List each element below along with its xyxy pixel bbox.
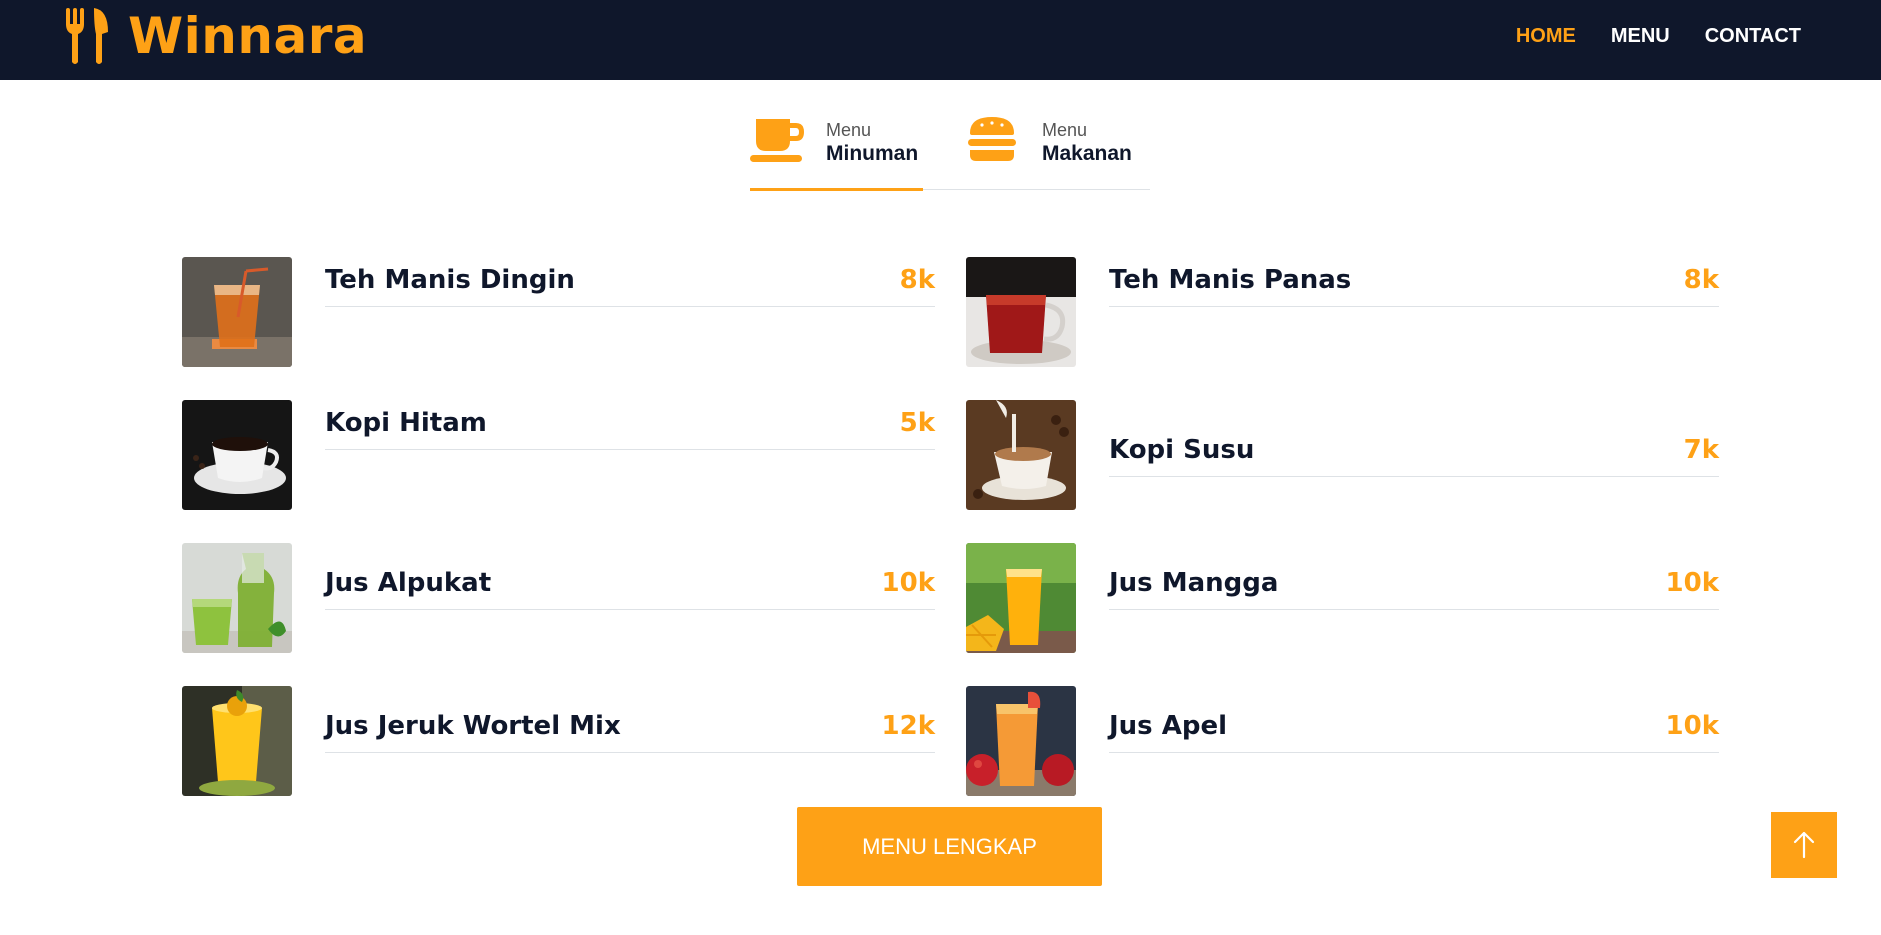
tab-makanan-label: Makanan [1042, 142, 1132, 165]
apple-juice-photo [966, 686, 1076, 796]
mango-juice-photo [966, 543, 1076, 653]
tab-minuman-small: Menu [826, 120, 872, 140]
menu-item[interactable]: Jus Apel 10k [966, 686, 1719, 796]
item-price: 10k [881, 568, 935, 598]
item-name: Teh Manis Dingin [325, 265, 575, 295]
item-name: Kopi Susu [1109, 435, 1255, 465]
tab-minuman-label: Minuman [826, 142, 919, 165]
menu-item[interactable]: Kopi Hitam 5k [182, 400, 935, 510]
iced-tea-photo [182, 257, 292, 367]
hamburger-icon [968, 117, 1016, 161]
back-to-top-button[interactable] [1771, 812, 1837, 878]
item-price: 5k [899, 408, 935, 438]
menu-item[interactable]: Teh Manis Panas 8k [966, 257, 1719, 367]
brand-logo[interactable]: Winnara [64, 6, 367, 66]
item-name: Jus Jeruk Wortel Mix [325, 711, 621, 741]
tab-makanan[interactable]: Menu Makanan [966, 112, 1150, 190]
item-name: Jus Mangga [1109, 568, 1279, 598]
item-price: 10k [1665, 568, 1719, 598]
item-price: 8k [1683, 265, 1719, 295]
black-coffee-photo [182, 400, 292, 510]
item-price: 8k [899, 265, 935, 295]
hot-tea-photo [966, 257, 1076, 367]
brand-name: Winnara [128, 7, 368, 65]
nav-home[interactable]: HOME [1516, 22, 1576, 50]
full-menu-button[interactable]: MENU LENGKAP [797, 807, 1102, 886]
avocado-juice-photo [182, 543, 292, 653]
tab-minuman[interactable]: Menu Minuman [750, 112, 923, 191]
navbar: Winnara HOME MENU CONTACT [0, 0, 1881, 80]
nav-links: HOME MENU CONTACT [1516, 22, 1801, 50]
arrow-up-icon [1793, 831, 1815, 859]
item-name: Teh Manis Panas [1109, 265, 1352, 295]
item-name: Jus Apel [1109, 711, 1227, 741]
nav-contact[interactable]: CONTACT [1705, 22, 1801, 50]
menu-tabs: Menu Minuman Menu Makanan [750, 112, 1150, 191]
nav-menu[interactable]: MENU [1611, 22, 1670, 50]
menu-item[interactable]: Jus Alpukat 10k [182, 543, 935, 653]
milk-coffee-photo [966, 400, 1076, 510]
orange-carrot-juice-photo [182, 686, 292, 796]
menu-item[interactable]: Jus Jeruk Wortel Mix 12k [182, 686, 935, 796]
menu-item[interactable]: Teh Manis Dingin 8k [182, 257, 935, 367]
menu-item[interactable]: Jus Mangga 10k [966, 543, 1719, 653]
menu-item[interactable]: Kopi Susu 7k [966, 400, 1719, 510]
item-price: 12k [881, 711, 935, 741]
item-price: 7k [1683, 435, 1719, 465]
item-name: Jus Alpukat [325, 568, 492, 598]
item-name: Kopi Hitam [325, 408, 487, 438]
item-price: 10k [1665, 711, 1719, 741]
utensils-icon [66, 8, 108, 64]
coffee-cup-icon [750, 119, 804, 162]
tab-makanan-small: Menu [1042, 120, 1088, 140]
